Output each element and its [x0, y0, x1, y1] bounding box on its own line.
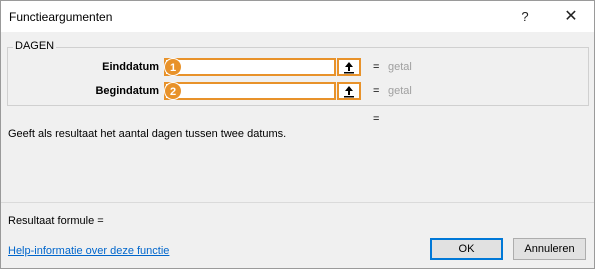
collapse-dialog-icon	[344, 86, 354, 98]
help-button[interactable]: ?	[504, 1, 546, 32]
cancel-button[interactable]: Annuleren	[513, 238, 586, 260]
dialog-title: Functieargumenten	[9, 10, 113, 24]
argument-result-hint: getal	[388, 85, 412, 97]
argument-result-hint: getal	[388, 61, 412, 73]
einddatum-input[interactable]	[164, 58, 336, 76]
step-badge-1: 1	[164, 58, 182, 76]
title-bar: Functieargumenten ? ✕	[1, 1, 594, 32]
argument-label: Begindatum	[95, 85, 159, 97]
step-badge-2: 2	[164, 82, 182, 100]
ref-select-button-einddatum[interactable]	[337, 58, 361, 76]
equals-sign: =	[373, 61, 380, 73]
ok-button[interactable]: OK	[430, 238, 503, 260]
function-arguments-dialog: Functieargumenten ? ✕ DAGEN Einddatum 1 …	[0, 0, 595, 269]
argument-row-einddatum: Einddatum 1 = getal	[1, 58, 591, 78]
begindatum-input[interactable]	[164, 82, 336, 100]
function-result-equals: =	[373, 113, 380, 125]
argument-label: Einddatum	[102, 61, 159, 73]
function-name-label: DAGEN	[13, 40, 57, 52]
equals-sign: =	[373, 85, 380, 97]
argument-row-begindatum: Begindatum 2 = getal	[1, 82, 591, 102]
divider	[1, 202, 594, 203]
close-button[interactable]: ✕	[550, 1, 592, 32]
function-description: Geeft als resultaat het aantal dagen tus…	[8, 128, 287, 140]
formula-result-label: Resultaat formule =	[8, 215, 104, 227]
ref-select-button-begindatum[interactable]	[337, 82, 361, 100]
help-link[interactable]: Help-informatie over deze functie	[8, 245, 169, 257]
collapse-dialog-icon	[344, 62, 354, 74]
